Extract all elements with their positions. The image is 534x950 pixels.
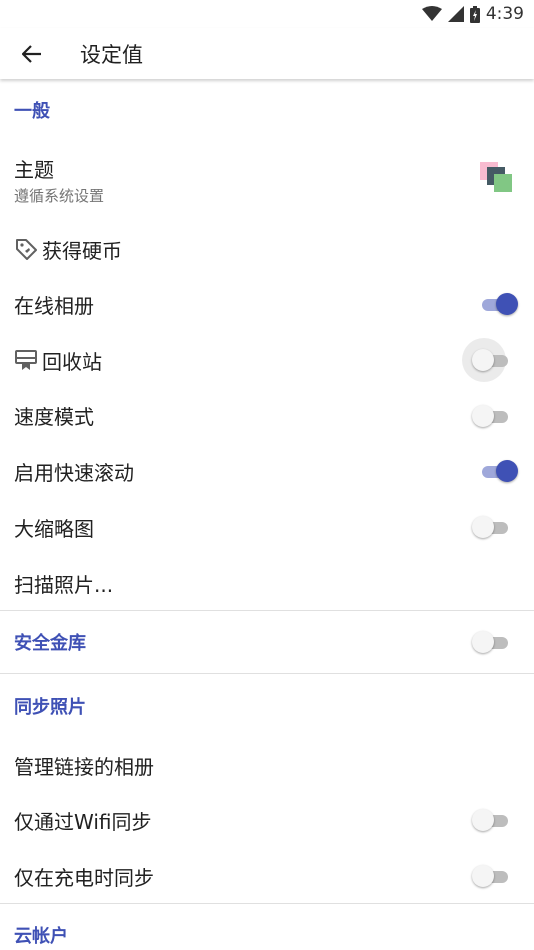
vault-switch[interactable] — [472, 630, 512, 654]
setting-speed-mode-label: 速度模式 — [14, 404, 94, 429]
arrow-back-icon — [22, 44, 41, 63]
switch-thumb — [496, 293, 518, 315]
switch-thumb — [496, 460, 518, 482]
section-header-cloud: 云帐户 — [14, 926, 68, 947]
setting-online-album[interactable]: 在线相册 — [0, 284, 534, 324]
switch-thumb — [472, 349, 494, 371]
setting-theme[interactable]: 主题 遵循系统设置 — [0, 148, 534, 212]
setting-scan-photos[interactable]: 扫描照片... — [0, 563, 534, 603]
app-bar: 设定值 — [0, 28, 534, 79]
back-button[interactable] — [0, 28, 64, 79]
setting-vault[interactable]: 安全金库 — [0, 622, 534, 662]
wifi-icon — [421, 6, 442, 21]
switch-thumb — [472, 631, 494, 653]
setting-manage-albums[interactable]: 管理链接的相册 — [0, 745, 534, 785]
page-title: 设定值 — [80, 42, 143, 67]
divider — [0, 903, 534, 904]
section-header-general: 一般 — [14, 101, 50, 122]
status-time: 4:39 — [485, 4, 524, 24]
setting-recycle-bin[interactable]: 回收站 — [0, 340, 534, 380]
setting-big-thumbnails[interactable]: 大缩略图 — [0, 507, 534, 547]
divider — [0, 610, 534, 611]
theme-swatch-icon — [480, 162, 512, 192]
divider — [0, 673, 534, 674]
status-bar: 4:39 — [0, 0, 534, 28]
wifi-only-switch[interactable] — [472, 808, 512, 832]
online-album-switch[interactable] — [478, 292, 518, 316]
battery-icon — [469, 5, 480, 23]
setting-wifi-only-label: 仅通过Wifi同步 — [14, 809, 152, 834]
setting-coins-label: 获得硬币 — [42, 238, 122, 263]
setting-speed-mode[interactable]: 速度模式 — [0, 395, 534, 435]
setting-fast-scroll-label: 启用快速滚动 — [14, 460, 134, 485]
section-header-sync: 同步照片 — [14, 697, 86, 718]
setting-charging-only-label: 仅在充电时同步 — [14, 865, 154, 890]
tag-icon — [14, 237, 38, 261]
fast-scroll-switch[interactable] — [478, 459, 518, 483]
switch-thumb — [472, 405, 494, 427]
setting-coins[interactable]: 获得硬币 — [0, 229, 534, 269]
setting-big-thumbnails-label: 大缩略图 — [14, 516, 94, 541]
recycle-bin-switch[interactable] — [472, 348, 512, 372]
setting-theme-sub: 遵循系统设置 — [14, 187, 105, 205]
setting-scan-photos-label: 扫描照片... — [14, 572, 114, 597]
recycle-bin-icon — [14, 348, 38, 372]
setting-recycle-bin-label: 回收站 — [42, 349, 102, 374]
switch-thumb — [472, 516, 494, 538]
big-thumbnails-switch[interactable] — [472, 515, 512, 539]
switch-thumb — [472, 809, 494, 831]
setting-fast-scroll[interactable]: 启用快速滚动 — [0, 451, 534, 491]
setting-theme-label: 主题 — [14, 158, 54, 182]
switch-thumb — [472, 865, 494, 887]
setting-charging-only[interactable]: 仅在充电时同步 — [0, 856, 534, 896]
section-header-vault: 安全金库 — [14, 633, 86, 654]
charging-only-switch[interactable] — [472, 864, 512, 888]
cell-signal-icon — [447, 6, 464, 22]
speed-mode-switch[interactable] — [472, 404, 512, 428]
setting-online-album-label: 在线相册 — [14, 293, 94, 318]
setting-wifi-only[interactable]: 仅通过Wifi同步 — [0, 800, 534, 840]
setting-manage-albums-label: 管理链接的相册 — [14, 754, 154, 779]
